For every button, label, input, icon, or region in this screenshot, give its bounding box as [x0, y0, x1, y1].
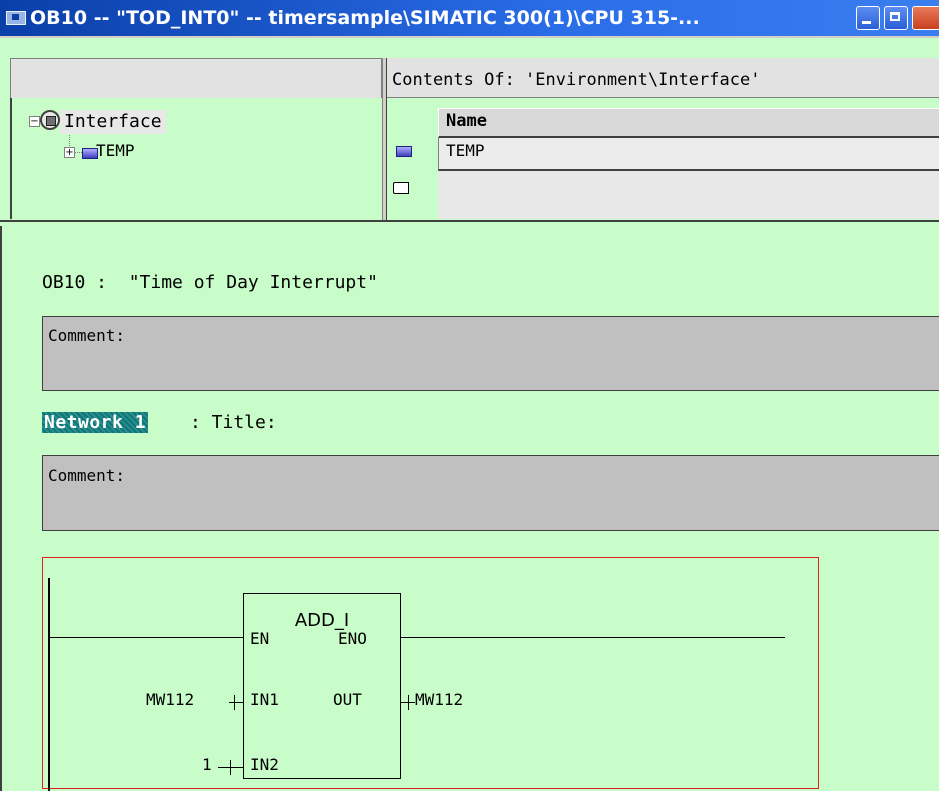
tree-item-temp[interactable]: TEMP	[96, 141, 135, 160]
network-comment-field[interactable]	[42, 455, 939, 531]
list-icon-column	[387, 98, 438, 220]
in1-wire-tick	[234, 695, 235, 710]
contents-of-label: Contents Of: 'Environment\Interface'	[392, 70, 761, 90]
block-title[interactable]: OB10 : "Time of Day Interrupt"	[42, 272, 378, 293]
network-comment-label: Comment:	[48, 466, 126, 485]
window-icon[interactable]	[6, 11, 26, 25]
name-column-header-label: Name	[446, 111, 487, 131]
pin-in2: IN2	[250, 755, 279, 774]
temp-variable-icon	[396, 146, 412, 157]
new-item-icon	[393, 182, 409, 194]
tree-item-interface[interactable]: Interface	[60, 110, 166, 134]
power-rail	[48, 578, 50, 791]
network-title[interactable]: : Title:	[190, 412, 277, 433]
close-button[interactable]	[912, 6, 939, 30]
tree-header	[10, 58, 382, 98]
in2-wire-tick	[230, 760, 231, 775]
add-i-box-name: ADD_I	[294, 610, 350, 631]
collapse-interface-toggle[interactable]: −	[29, 116, 40, 127]
block-comment-label: Comment:	[48, 326, 126, 345]
in1-wire	[229, 702, 243, 703]
maximize-button[interactable]	[884, 6, 908, 30]
pin-en: EN	[250, 629, 270, 648]
in2-operand[interactable]: 1	[202, 755, 212, 774]
minimize-button[interactable]	[856, 6, 880, 30]
en-wire[interactable]	[48, 637, 243, 638]
window-title: OB10 -- "TOD_INT0" -- timersample\SIMATI…	[30, 7, 700, 29]
eno-wire[interactable]	[400, 637, 785, 638]
in1-operand[interactable]: MW112	[146, 690, 194, 709]
pin-eno: ENO	[338, 629, 367, 648]
expand-temp-toggle[interactable]: +	[64, 147, 75, 158]
network-label[interactable]: Network 1	[42, 412, 149, 433]
out-wire-tick	[408, 695, 409, 710]
pin-out: OUT	[333, 690, 362, 709]
out-operand[interactable]: MW112	[415, 690, 463, 709]
interface-icon	[40, 110, 60, 130]
pin-in1: IN1	[250, 690, 279, 709]
ladder-network-frame[interactable]	[42, 557, 819, 789]
list-new-row[interactable]	[438, 171, 939, 219]
list-row-name[interactable]: TEMP	[446, 141, 485, 160]
tree-connector	[75, 152, 82, 153]
block-comment-field[interactable]	[42, 316, 939, 391]
name-column-header[interactable]	[438, 108, 939, 138]
list-row[interactable]	[438, 138, 939, 171]
